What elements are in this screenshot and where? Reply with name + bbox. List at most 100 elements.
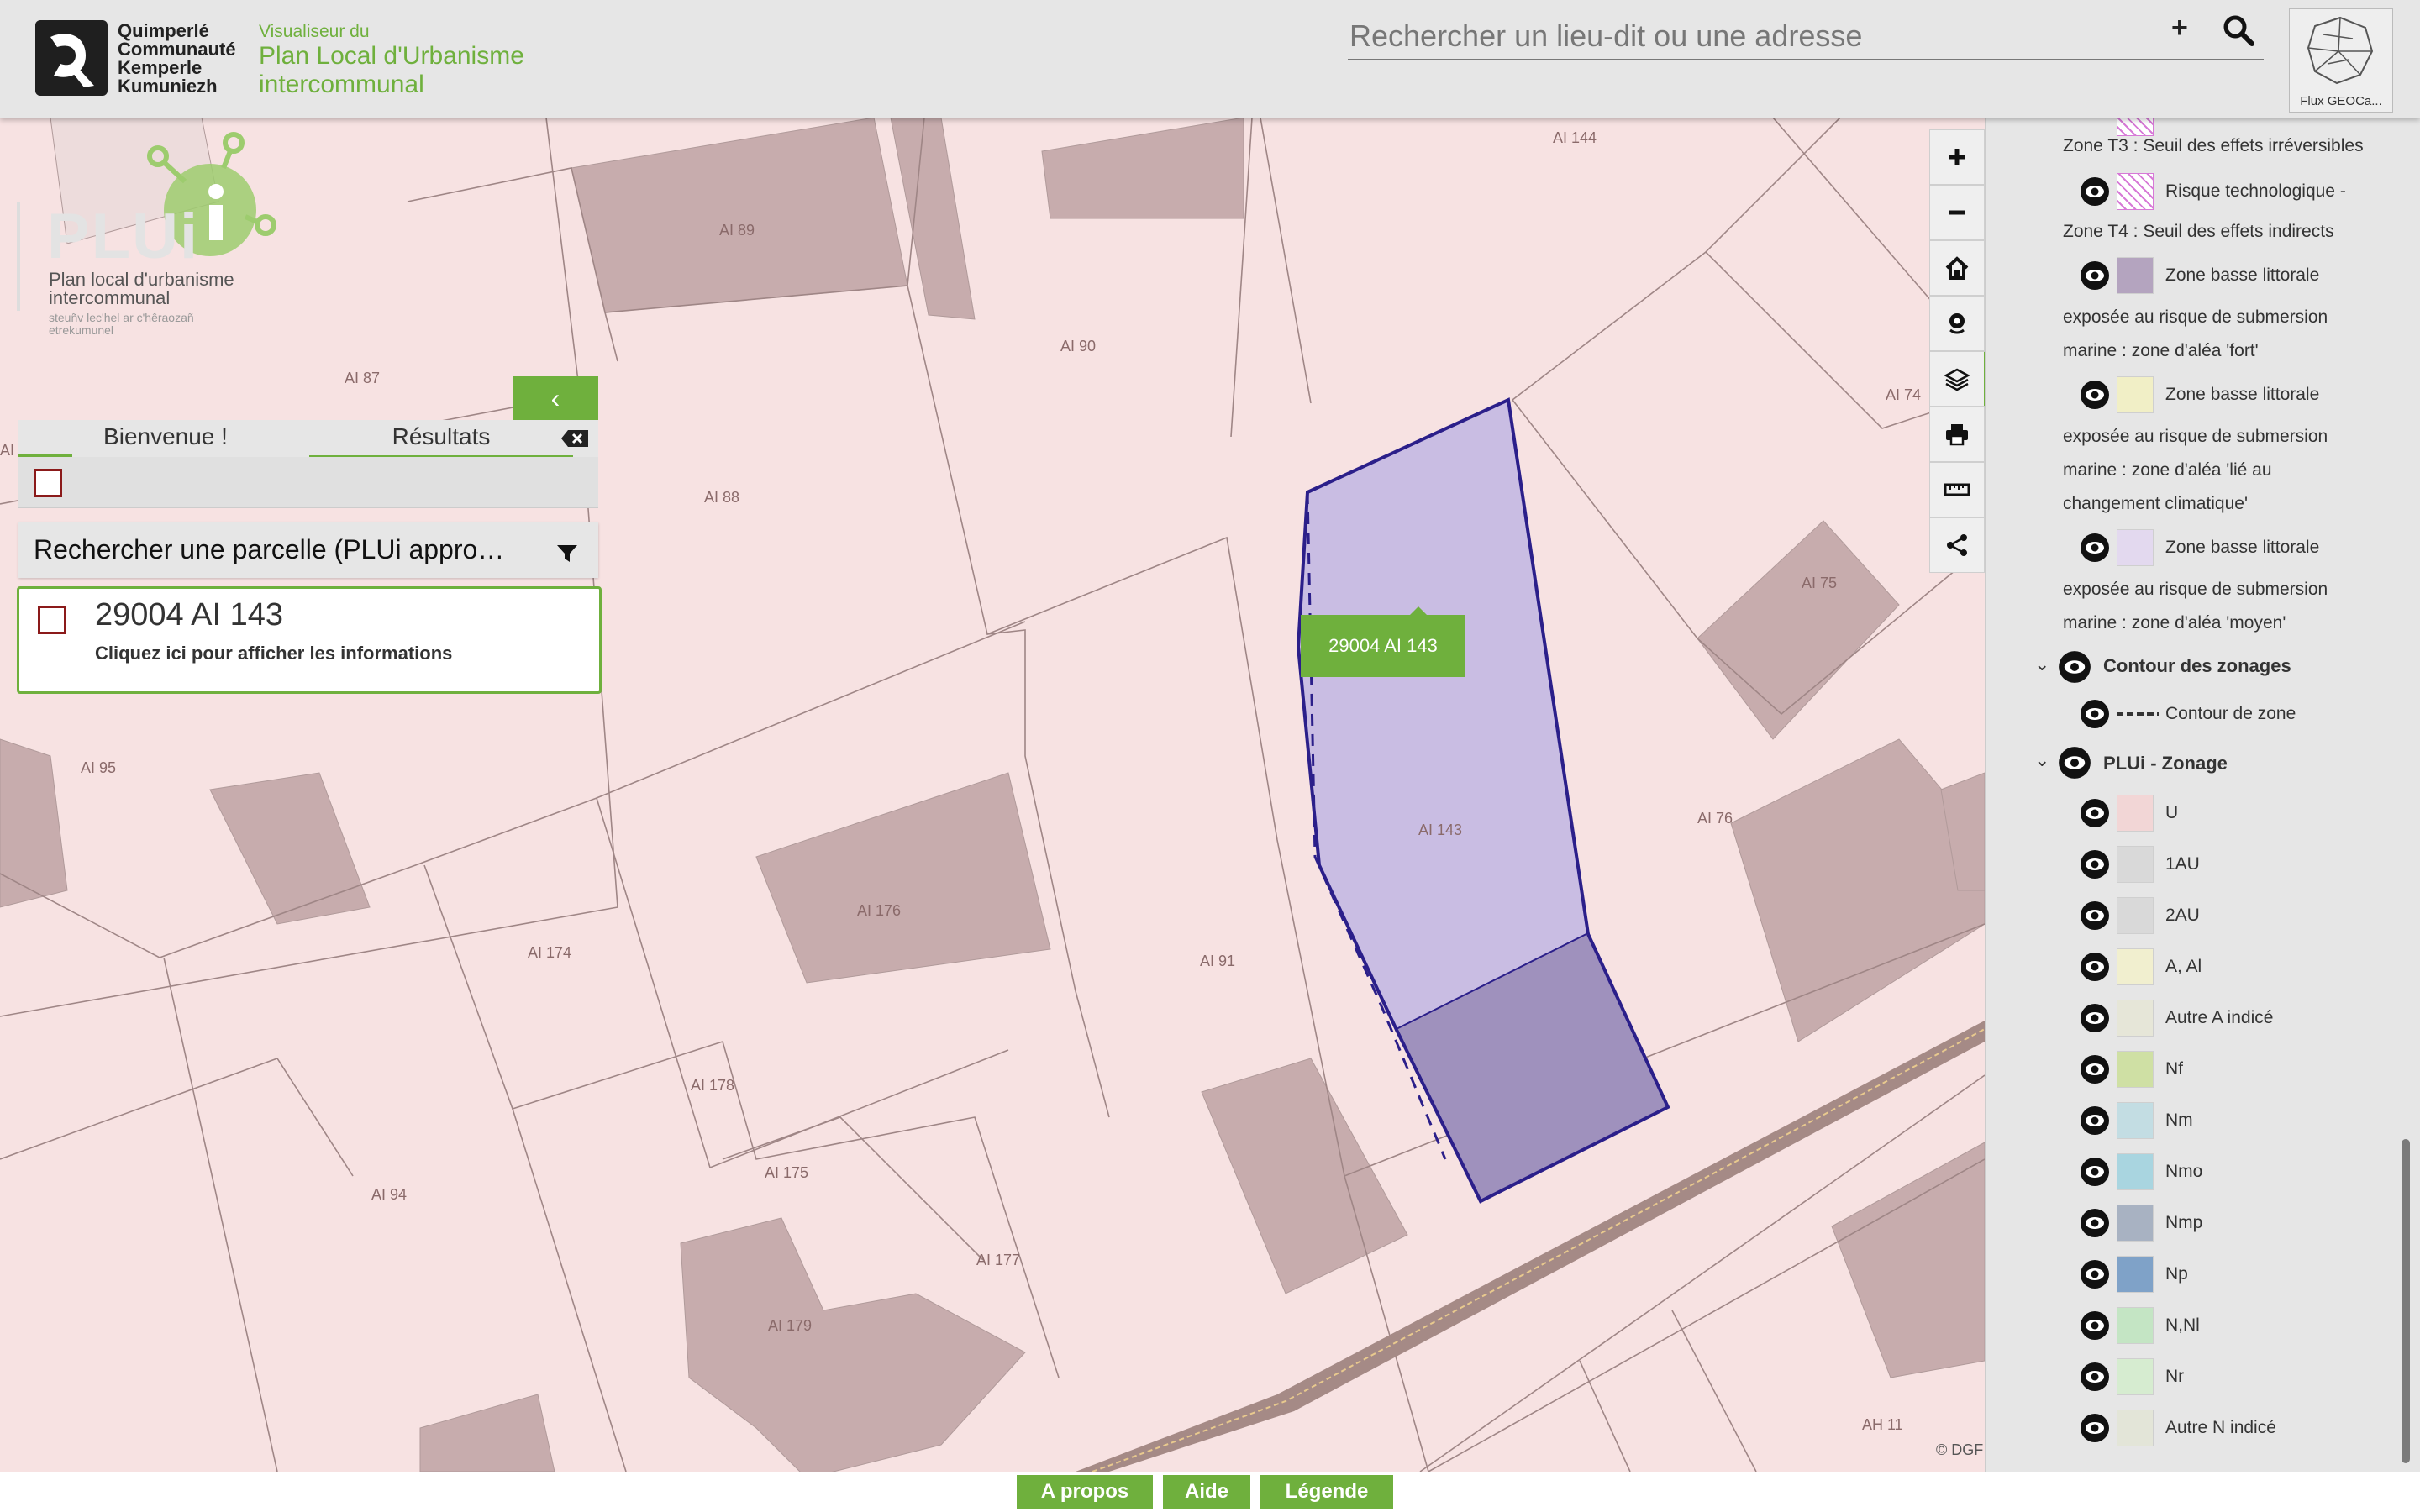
- parcel-label: AH 11: [1862, 1416, 1903, 1433]
- plus-icon: [1949, 149, 1965, 165]
- eye-icon[interactable]: [2058, 746, 2091, 780]
- legend-button[interactable]: Légende: [1260, 1475, 1393, 1509]
- viewer-title: Visualiseur du Plan Local d'Urbanisme in…: [259, 22, 524, 99]
- query-header[interactable]: Rechercher une parcelle (PLUi appro…: [18, 522, 598, 578]
- tab-results-label: Résultats: [392, 423, 491, 449]
- chevron-down-icon[interactable]: ⌄: [2034, 749, 2049, 771]
- chevron-left-icon: ‹: [550, 383, 560, 413]
- legend-swatch: [2117, 846, 2154, 883]
- eye-icon[interactable]: [2058, 650, 2091, 684]
- tab-results[interactable]: Résultats: [309, 420, 573, 458]
- geolocate-button[interactable]: [1929, 296, 1985, 351]
- parcel-label: AI 90: [1060, 338, 1097, 354]
- legend-zone-label: Nf: [2165, 1059, 2183, 1079]
- plui-caption-line-2: intercommunal: [49, 287, 171, 308]
- search-icon[interactable]: [2222, 13, 2255, 51]
- eye-icon[interactable]: [2080, 1208, 2110, 1238]
- footer-bar: A propos Aide Légende: [0, 1472, 2420, 1512]
- parcel-label: AI 76: [1697, 810, 1733, 827]
- select-all-checkbox[interactable]: [34, 469, 62, 497]
- parcel-label: AI 178: [691, 1077, 735, 1094]
- query-label: Rechercher une parcelle (PLUi appro…: [34, 534, 505, 564]
- legend-swatch: [2117, 1051, 2154, 1088]
- tab-welcome-label: Bienvenue !: [103, 423, 228, 449]
- eye-icon[interactable]: [2080, 1105, 2110, 1136]
- legend-panel: Zone T3 : Seuil des effets irréversibles…: [1985, 118, 2420, 1472]
- eye-icon[interactable]: [2080, 849, 2110, 879]
- share-button[interactable]: [1929, 517, 1985, 573]
- legend-scrollbar[interactable]: [2402, 1139, 2410, 1463]
- print-button[interactable]: [1929, 407, 1985, 462]
- brand-line-1: Quimperlé: [118, 20, 209, 41]
- eye-icon[interactable]: [2080, 1259, 2110, 1289]
- eye-icon[interactable]: [2080, 1310, 2110, 1341]
- eye-icon[interactable]: [2080, 260, 2110, 291]
- printer-icon: [1946, 424, 1968, 446]
- measure-button[interactable]: [1929, 462, 1985, 517]
- legend-swatch: [2117, 1102, 2154, 1139]
- legend-swatch: [2117, 1410, 2154, 1446]
- plui-caption-line-4: etrekumunel: [49, 323, 114, 337]
- dashed-line-swatch: [2117, 712, 2159, 716]
- eye-icon[interactable]: [2080, 1003, 2110, 1033]
- parcel-label: AI 95: [81, 759, 117, 776]
- clear-results-icon[interactable]: [560, 427, 592, 454]
- plui-caption: Plan local d'urbanisme intercommunal ste…: [49, 270, 234, 337]
- legend-zone-label: N,Nl: [2165, 1315, 2200, 1335]
- flux-label: Flux GEOCa...: [2300, 94, 2382, 108]
- legend-group-contour[interactable]: Contour des zonages: [2103, 655, 2291, 677]
- filter-icon[interactable]: [556, 539, 578, 570]
- eye-icon[interactable]: [2080, 699, 2110, 729]
- legend-text: Zone T4 : Seuil des effets indirects: [2063, 222, 2334, 241]
- legend-text: changement climatique': [2063, 494, 2248, 513]
- eye-icon[interactable]: [2080, 533, 2110, 563]
- legend-zone-label: Np: [2165, 1264, 2188, 1284]
- ruler-icon: [1944, 483, 1970, 496]
- legend-swatch: [2117, 1000, 2154, 1037]
- viewer-subtitle: Visualiseur du: [259, 22, 370, 41]
- result-title: 29004 AI 143: [95, 597, 283, 633]
- legend-text: Risque technologique -: [2165, 181, 2346, 201]
- viewer-title-line-2: intercommunal: [259, 71, 424, 98]
- eye-icon[interactable]: [2080, 176, 2110, 207]
- parcel-label: AI 177: [976, 1252, 1021, 1268]
- chevron-down-icon[interactable]: ⌄: [2034, 654, 2049, 675]
- layers-icon: [1944, 368, 1970, 391]
- result-item[interactable]: 29004 AI 143 Cliquez ici pour afficher l…: [17, 586, 602, 694]
- home-button[interactable]: [1929, 240, 1985, 296]
- brand-text: Quimperlé Communauté Kemperle Kumuniezh: [118, 22, 236, 96]
- parcel-label: AI 175: [765, 1164, 809, 1181]
- legend-zone-label: A, Al: [2165, 957, 2202, 976]
- collapse-panel-button[interactable]: ‹: [513, 376, 598, 420]
- zoom-out-button[interactable]: [1929, 185, 1985, 240]
- eye-icon[interactable]: [2080, 1413, 2110, 1443]
- eye-icon[interactable]: [2080, 1054, 2110, 1084]
- tab-welcome[interactable]: Bienvenue !: [18, 420, 313, 457]
- parcel-label: AI 74: [1886, 386, 1922, 403]
- legend-zone-label: 1AU: [2165, 854, 2200, 874]
- result-subtitle[interactable]: Cliquez ici pour afficher les informatio…: [95, 643, 452, 664]
- help-button[interactable]: Aide: [1163, 1475, 1250, 1509]
- flux-geocatalogue-button[interactable]: Flux GEOCa...: [2289, 8, 2393, 113]
- plus-icon[interactable]: +: [2171, 12, 2188, 45]
- location-pin-icon: [1949, 313, 1965, 334]
- eye-icon[interactable]: [2080, 1157, 2110, 1187]
- eye-icon[interactable]: [2080, 798, 2110, 828]
- legend-swatch: [2117, 1307, 2154, 1344]
- legend-swatch: [2117, 1205, 2154, 1242]
- parcel-label: AI 143: [1418, 822, 1463, 838]
- zoom-in-button[interactable]: [1929, 129, 1985, 185]
- about-button[interactable]: A propos: [1017, 1475, 1153, 1509]
- map-canvas[interactable]: AI 144 AI 89 AI 90 AI 87 AI 88 AI 74 AI …: [0, 118, 1985, 1472]
- result-checkbox[interactable]: [38, 606, 66, 634]
- eye-icon[interactable]: [2080, 1362, 2110, 1392]
- eye-icon[interactable]: [2080, 900, 2110, 931]
- parcel-tooltip: 29004 AI 143: [1301, 606, 1465, 677]
- legend-group-zonage[interactable]: PLUi - Zonage: [2103, 753, 2228, 774]
- search-input[interactable]: [1348, 12, 2158, 60]
- eye-icon[interactable]: [2080, 380, 2110, 410]
- legend-text: marine : zone d'aléa 'lié au: [2063, 460, 2272, 480]
- parcel-label: AI 179: [768, 1317, 813, 1334]
- layers-button[interactable]: [1929, 351, 1988, 407]
- eye-icon[interactable]: [2080, 952, 2110, 982]
